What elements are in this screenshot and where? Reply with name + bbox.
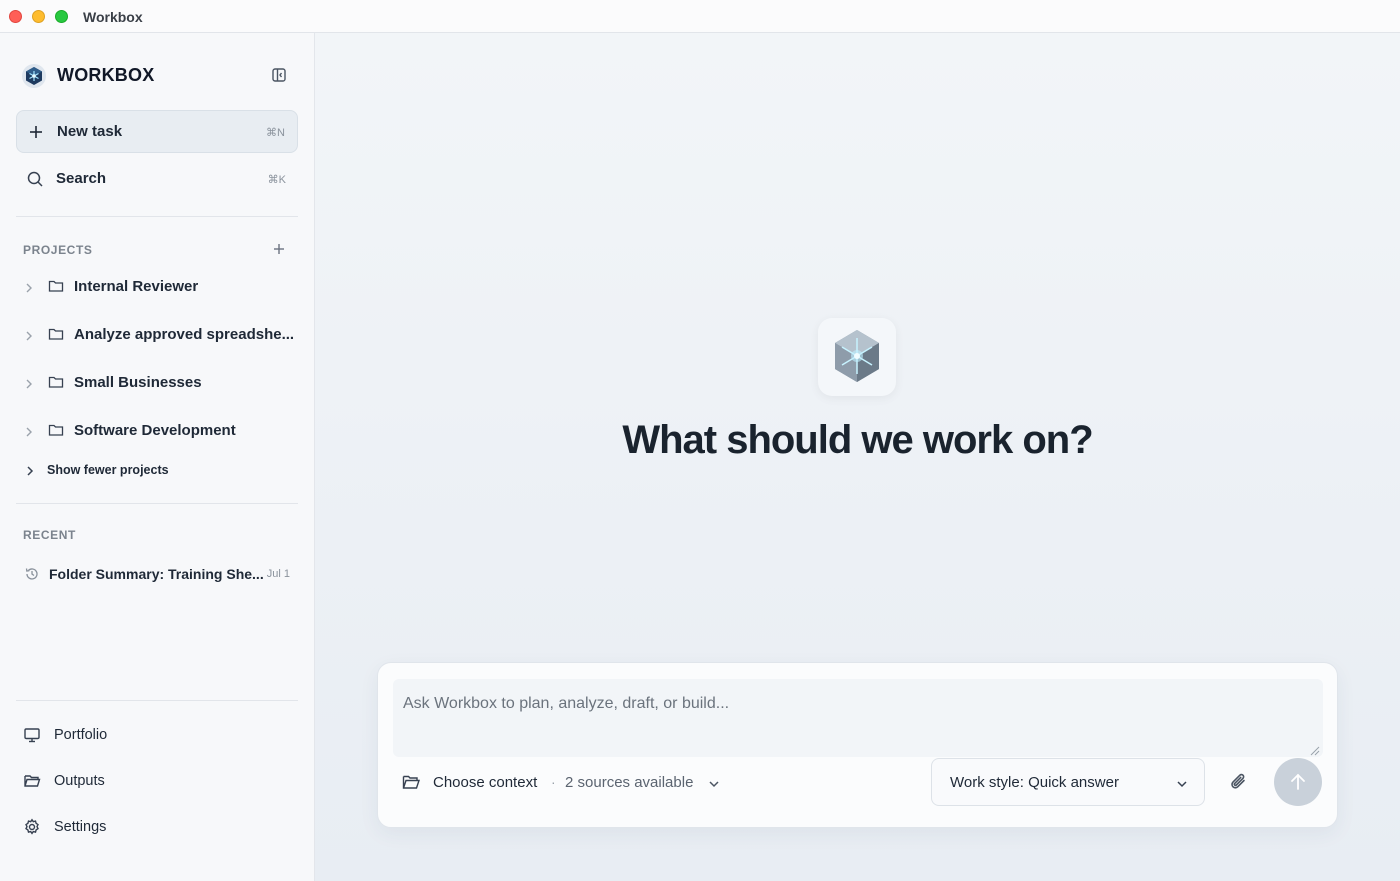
work-style-select[interactable]: Work style: Quick answer bbox=[931, 758, 1205, 806]
composer: Choose context · 2 sources available Wor… bbox=[377, 662, 1338, 828]
main-panel: What should we work on? Choose context ·… bbox=[315, 33, 1400, 881]
project-item[interactable]: Small Businesses bbox=[16, 367, 298, 401]
brand-name: WORKBOX bbox=[57, 65, 155, 85]
project-item[interactable]: Analyze approved spreadshe... bbox=[16, 319, 298, 353]
work-style-label: Work style: Quick answer bbox=[950, 774, 1119, 791]
settings-button[interactable]: Settings bbox=[16, 812, 216, 842]
folder-open-icon bbox=[402, 774, 421, 791]
folder-icon bbox=[48, 327, 64, 341]
chevron-right-icon bbox=[24, 464, 36, 476]
context-separator: · bbox=[551, 774, 556, 790]
search-shortcut: ⌘K bbox=[267, 174, 286, 186]
show-fewer-label: Show fewer projects bbox=[47, 463, 169, 477]
chevron-right-icon[interactable] bbox=[23, 329, 35, 341]
chevron-right-icon[interactable] bbox=[23, 425, 35, 437]
settings-label: Settings bbox=[54, 819, 107, 835]
chevron-right-icon[interactable] bbox=[23, 281, 35, 293]
collapse-sidebar-icon[interactable] bbox=[270, 66, 288, 84]
show-fewer-projects-button[interactable]: Show fewer projects bbox=[16, 458, 216, 482]
sidebar-divider bbox=[16, 700, 298, 701]
add-project-icon[interactable] bbox=[271, 241, 287, 257]
outputs-button[interactable]: Outputs bbox=[16, 766, 216, 796]
paperclip-icon[interactable] bbox=[1228, 771, 1250, 793]
new-task-label: New task bbox=[57, 123, 123, 140]
workbox-hero-logo-icon bbox=[818, 318, 896, 396]
outputs-label: Outputs bbox=[54, 773, 105, 789]
project-label: Software Development bbox=[74, 422, 236, 439]
folder-icon bbox=[48, 423, 64, 437]
recent-item-date: Jul 1 bbox=[266, 568, 290, 580]
choose-context-button[interactable]: Choose context · 2 sources available bbox=[402, 770, 732, 796]
chevron-down-icon bbox=[708, 777, 720, 789]
folder-open-icon bbox=[23, 772, 41, 790]
close-window-button[interactable] bbox=[9, 10, 22, 23]
sidebar-divider bbox=[16, 216, 298, 217]
search-label: Search bbox=[56, 170, 107, 187]
resize-grip-icon[interactable] bbox=[1310, 743, 1320, 756]
history-icon bbox=[24, 566, 40, 582]
folder-icon bbox=[48, 279, 64, 293]
portfolio-label: Portfolio bbox=[54, 727, 108, 743]
projects-heading: PROJECTS bbox=[23, 243, 93, 257]
project-item[interactable]: Internal Reviewer bbox=[16, 271, 298, 305]
workbox-logo-icon bbox=[21, 63, 47, 89]
sources-count: 2 sources available bbox=[565, 774, 694, 791]
sidebar: WORKBOX New task ⌘N Search ⌘K PROJECTS I… bbox=[0, 33, 315, 881]
title-bar: Workbox bbox=[0, 0, 1400, 33]
monitor-icon bbox=[23, 726, 41, 744]
zoom-window-button[interactable] bbox=[55, 10, 68, 23]
portfolio-button[interactable]: Portfolio bbox=[16, 720, 216, 750]
recent-item-label: Folder Summary: Training She... bbox=[49, 566, 264, 582]
sidebar-divider bbox=[16, 503, 298, 504]
recent-item[interactable]: Folder Summary: Training She... Jul 1 bbox=[16, 561, 298, 589]
project-label: Small Businesses bbox=[74, 374, 202, 391]
page-heading: What should we work on? bbox=[622, 418, 1093, 462]
project-label: Internal Reviewer bbox=[74, 278, 199, 295]
prompt-input[interactable] bbox=[393, 679, 1323, 757]
choose-context-label: Choose context bbox=[433, 774, 538, 791]
gear-icon bbox=[23, 818, 41, 836]
project-item[interactable]: Software Development bbox=[16, 415, 298, 449]
project-label: Analyze approved spreadshe... bbox=[74, 326, 295, 343]
chevron-down-icon bbox=[1176, 777, 1188, 789]
search-button[interactable]: Search ⌘K bbox=[16, 158, 298, 201]
send-button[interactable] bbox=[1274, 758, 1322, 806]
chevron-right-icon[interactable] bbox=[23, 377, 35, 389]
new-task-shortcut: ⌘N bbox=[266, 127, 285, 139]
search-icon bbox=[26, 170, 44, 188]
folder-icon bbox=[48, 375, 64, 389]
recent-heading: RECENT bbox=[23, 528, 76, 542]
window-title: Workbox bbox=[83, 9, 143, 25]
new-task-button[interactable]: New task ⌘N bbox=[16, 110, 298, 153]
minimize-window-button[interactable] bbox=[32, 10, 45, 23]
plus-icon bbox=[27, 123, 45, 141]
